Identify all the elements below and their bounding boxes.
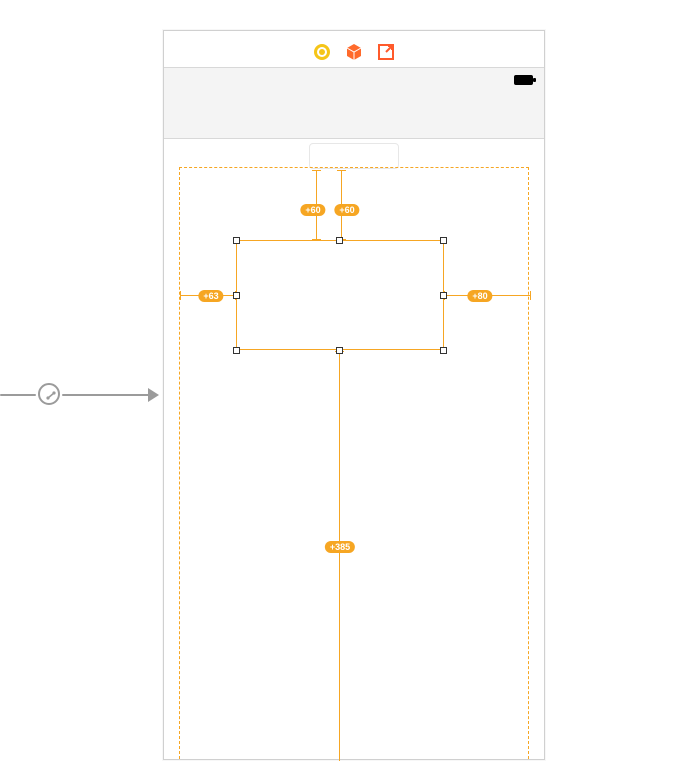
arrowhead-icon	[148, 388, 159, 402]
separator	[164, 138, 544, 139]
segue-line	[62, 394, 150, 396]
resize-handle[interactable]	[233, 347, 240, 354]
status-bar	[164, 68, 544, 138]
incoming-segue-arrow[interactable]	[0, 380, 160, 410]
selected-uiview[interactable]	[236, 240, 444, 350]
constraint-badge-trailing[interactable]: +80	[467, 290, 492, 302]
resize-handle[interactable]	[336, 237, 343, 244]
segue-line	[0, 394, 36, 396]
resize-handle[interactable]	[233, 237, 240, 244]
constraint-tick	[180, 291, 181, 300]
resize-handle[interactable]	[233, 292, 240, 299]
constraint-tick	[337, 170, 346, 171]
resize-icon[interactable]	[377, 43, 395, 61]
constraint-badge-top[interactable]: +60	[300, 204, 325, 216]
battery-icon	[514, 72, 536, 82]
coin-icon[interactable]	[313, 43, 331, 61]
placeholder-view[interactable]	[309, 143, 399, 169]
constraint-badge-leading[interactable]: +63	[198, 290, 223, 302]
scene-toolbar	[164, 39, 544, 65]
constraint-badge-bottom[interactable]: +385	[325, 541, 355, 553]
resize-handle[interactable]	[440, 347, 447, 354]
resize-handle[interactable]	[440, 237, 447, 244]
constraint-tick	[312, 170, 321, 171]
cube-icon[interactable]	[345, 43, 363, 61]
constraint-tick	[530, 291, 531, 300]
scene-view-controller[interactable]: +60 +60 +63 +80 +385	[163, 30, 545, 760]
resize-handle[interactable]	[440, 292, 447, 299]
resize-handle[interactable]	[336, 347, 343, 354]
constraint-bottom-line[interactable]	[339, 351, 340, 761]
constraint-badge-top[interactable]: +60	[334, 204, 359, 216]
segue-circle-icon	[38, 383, 60, 405]
